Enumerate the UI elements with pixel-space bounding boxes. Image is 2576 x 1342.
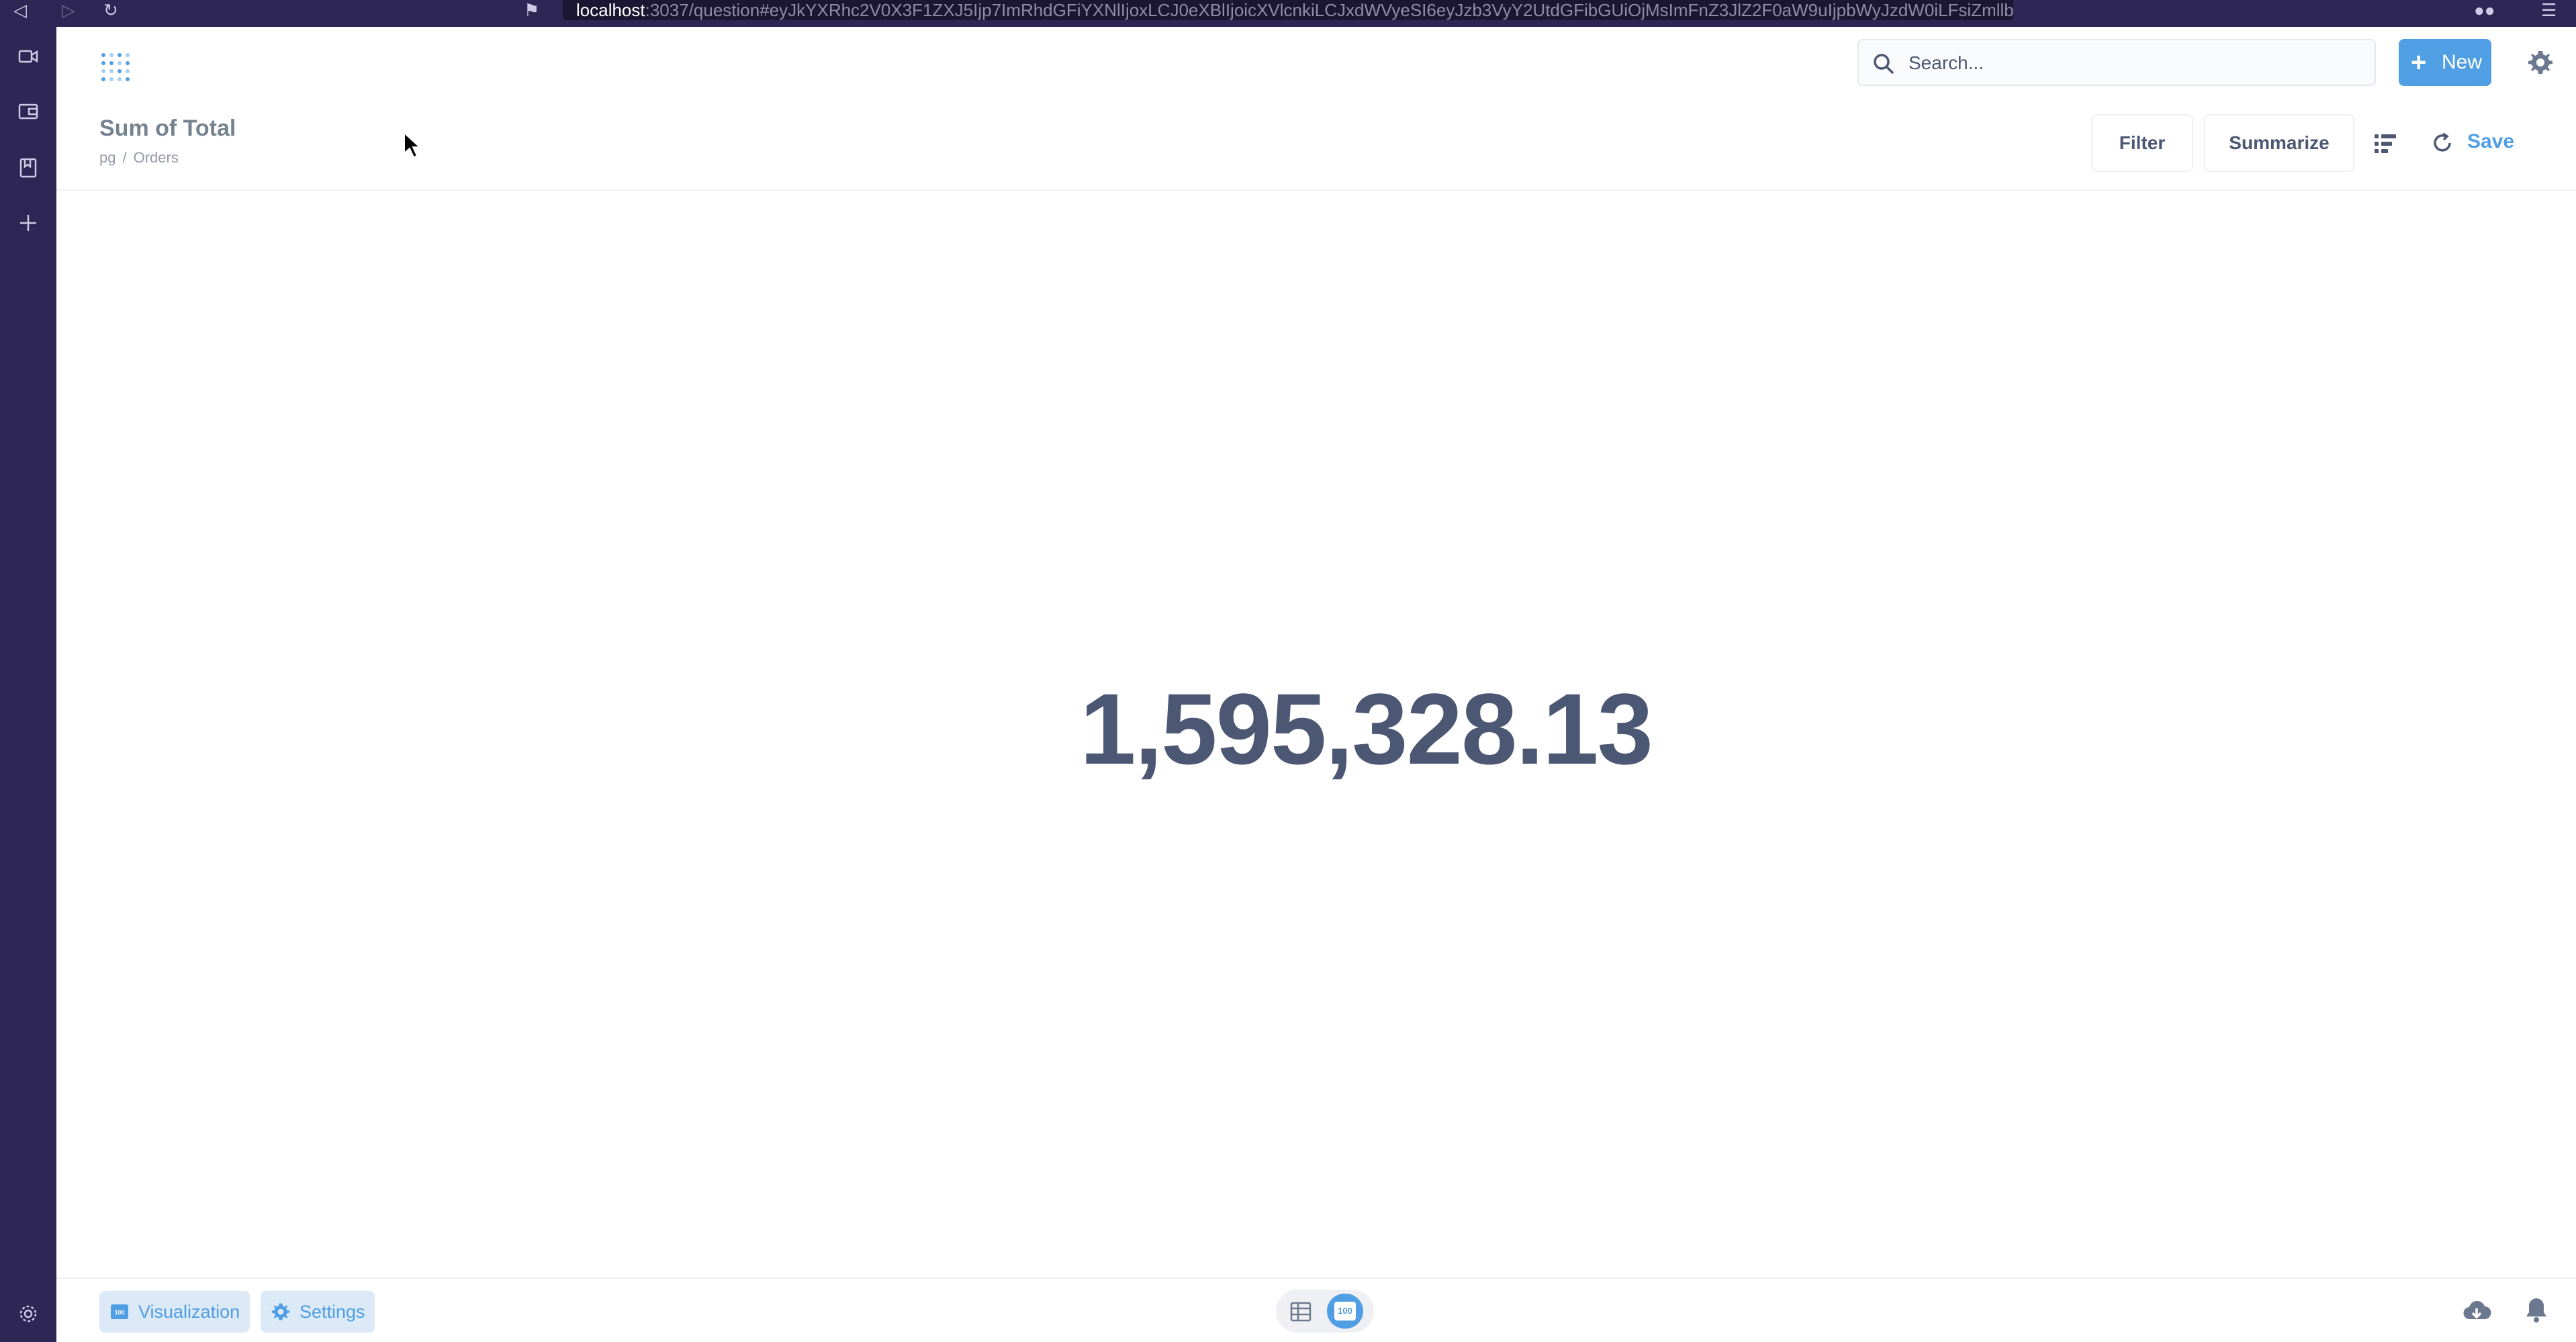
viz-badge-text: 100 <box>114 1309 124 1316</box>
url-path: :3037/question#eyJkYXRhc2V0X3F1ZXJ5Ijp7I… <box>645 0 2013 20</box>
metabase-logo[interactable] <box>98 48 136 86</box>
breadcrumb: pg / Orders <box>99 149 179 167</box>
url-bar[interactable]: localhost:3037/question#eyJkYXRhc2V0X3F1… <box>563 0 2013 20</box>
forward-icon[interactable]: ▷ <box>62 0 75 20</box>
footer-divider <box>56 1278 2576 1279</box>
summarize-button[interactable]: Summarize <box>2204 114 2354 172</box>
refresh-icon[interactable] <box>2431 132 2454 154</box>
save-button[interactable]: Save <box>2467 130 2514 153</box>
reload-icon[interactable]: ↻ <box>103 0 118 20</box>
menu-icon[interactable]: ☰ <box>2541 0 2557 20</box>
breadcrumb-database[interactable]: pg <box>99 149 116 167</box>
app-main: + New Sum of Total pg / Orders Filter Summ… <box>56 27 2576 1342</box>
question-title[interactable]: Sum of Total <box>99 116 236 142</box>
plus-icon[interactable] <box>17 212 39 234</box>
new-button[interactable]: + New <box>2399 39 2491 86</box>
download-icon[interactable] <box>2462 1296 2491 1326</box>
table-icon[interactable] <box>1289 1300 1312 1323</box>
settings-button[interactable]: Settings <box>261 1291 375 1333</box>
new-button-label: New <box>2442 51 2483 73</box>
browser-top-bar: ◁ ▷ ↻ ⚑ localhost:3037/question#eyJkYXRh… <box>0 0 2576 27</box>
back-icon[interactable]: ◁ <box>13 0 27 20</box>
list-icon[interactable] <box>2373 132 2397 156</box>
header-divider <box>56 189 2576 191</box>
wallet-icon[interactable] <box>17 101 39 122</box>
visualization-label: Visualization <box>138 1302 240 1322</box>
visualization-button[interactable]: 100 Visualization <box>99 1291 250 1333</box>
scalar-value-container: 1,595,328.13 <box>56 672 2576 786</box>
plus-icon: + <box>2411 48 2427 77</box>
bell-icon[interactable] <box>2524 1296 2549 1323</box>
mouse-cursor <box>404 132 422 159</box>
view-toggle: 100 <box>1276 1290 1374 1333</box>
scalar-value[interactable]: 1,595,328.13 <box>1080 672 1653 785</box>
gear-icon[interactable] <box>17 1303 39 1325</box>
search-input[interactable] <box>1907 47 2366 79</box>
scalar-view-badge: 100 <box>1334 1302 1356 1321</box>
scalar-view-icon[interactable]: 100 <box>1327 1294 1363 1329</box>
bookmark-icon[interactable] <box>17 157 39 179</box>
gear-icon <box>271 1303 290 1321</box>
search-icon <box>1874 54 1894 75</box>
breadcrumb-separator: / <box>122 149 127 166</box>
search-box[interactable] <box>1857 39 2376 86</box>
filter-button[interactable]: Filter <box>2091 114 2193 172</box>
gear-icon[interactable] <box>2528 50 2553 75</box>
scalar-viz-icon: 100 <box>111 1304 128 1319</box>
video-icon[interactable] <box>17 46 39 67</box>
left-nav-rail <box>0 27 56 1342</box>
settings-label: Settings <box>300 1302 365 1322</box>
bookmark-star-icon[interactable]: ⚑ <box>524 0 539 20</box>
breadcrumb-table[interactable]: Orders <box>134 149 179 167</box>
extensions-icon[interactable]: ●● <box>2474 0 2495 20</box>
url-host: localhost <box>576 0 645 20</box>
